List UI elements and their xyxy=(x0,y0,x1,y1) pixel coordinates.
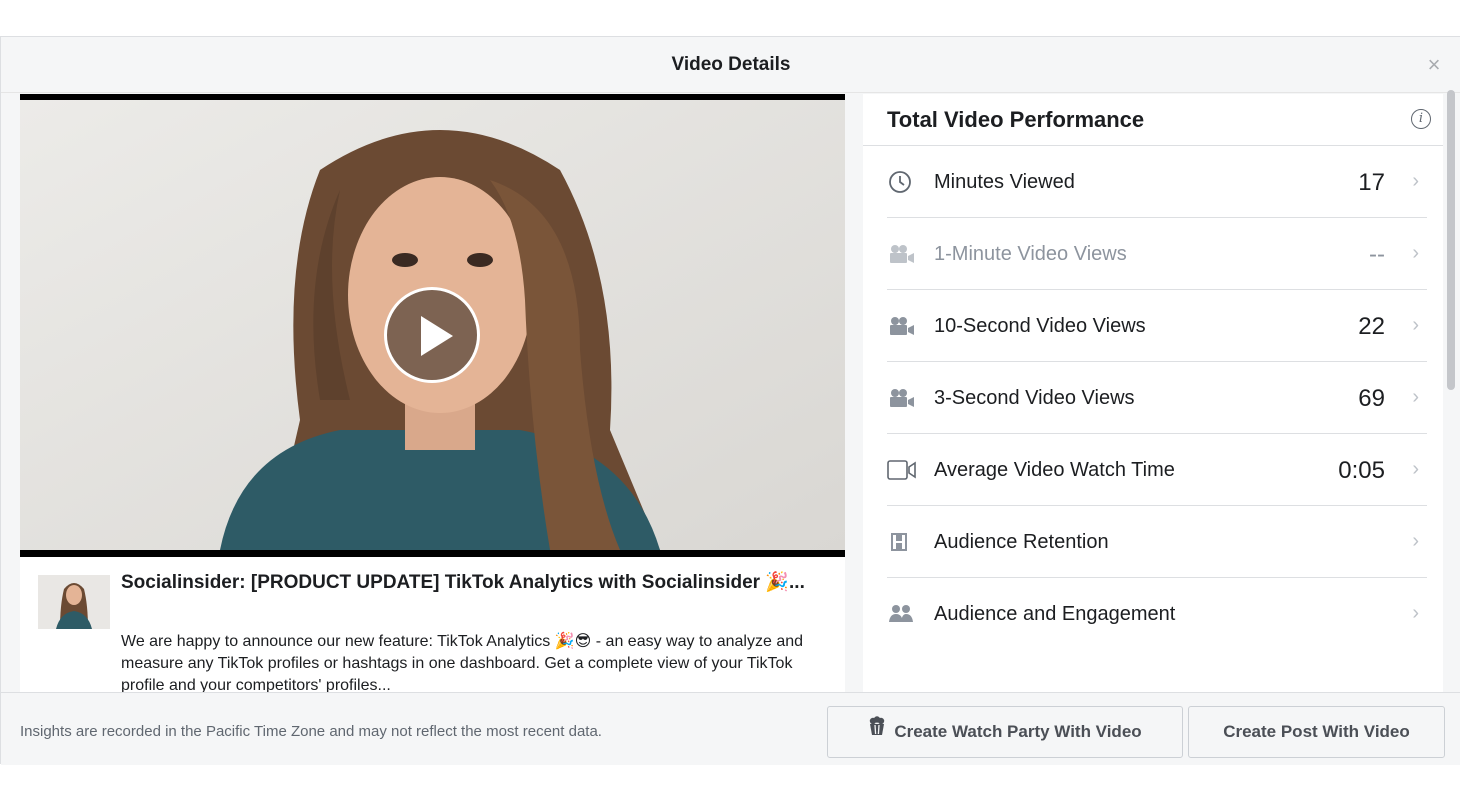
metric-minutes-viewed[interactable]: Minutes Viewed 17 › xyxy=(887,146,1427,218)
film-strip-icon xyxy=(887,530,915,554)
modal-title: Video Details xyxy=(671,54,791,75)
video-player[interactable] xyxy=(20,94,845,557)
modal-content: Socialinsider: [PRODUCT UPDATE] TikTok A… xyxy=(1,94,1460,692)
scrollbar[interactable] xyxy=(1447,90,1455,390)
play-button[interactable] xyxy=(384,287,480,383)
chevron-right-icon: › xyxy=(1412,530,1419,552)
metric-label: Audience and Engagement xyxy=(934,603,1176,625)
metric-label: Minutes Viewed xyxy=(934,171,1075,193)
create-watch-party-button[interactable]: Create Watch Party With Video xyxy=(827,706,1183,758)
metric-10-second-views[interactable]: 10-Second Video Views 22 › xyxy=(887,290,1427,362)
close-button[interactable]: × xyxy=(1423,51,1445,79)
metric-audience-retention[interactable]: Audience Retention › xyxy=(887,506,1427,578)
modal-header: Video Details × xyxy=(1,37,1460,93)
video-panel: Socialinsider: [PRODUCT UPDATE] TikTok A… xyxy=(20,94,845,692)
popcorn-icon xyxy=(868,706,886,756)
metric-1-minute-views[interactable]: 1-Minute Video Views -- › xyxy=(887,218,1427,290)
info-icon[interactable]: i xyxy=(1411,109,1431,129)
chevron-right-icon: › xyxy=(1412,458,1419,480)
metric-audience-engagement[interactable]: Audience and Engagement › xyxy=(887,578,1427,650)
metric-average-watch-time[interactable]: Average Video Watch Time 0:05 › xyxy=(887,434,1427,506)
metric-label: Average Video Watch Time xyxy=(934,459,1175,481)
metric-label: Audience Retention xyxy=(934,531,1109,553)
metrics-list: Minutes Viewed 17 › 1-Minute Video Views… xyxy=(887,146,1427,650)
video-outline-icon xyxy=(887,458,916,482)
create-post-button[interactable]: Create Post With Video xyxy=(1188,706,1445,758)
performance-header: Total Video Performance i xyxy=(863,94,1443,146)
chevron-right-icon: › xyxy=(1412,386,1419,408)
timezone-note: Insights are recorded in the Pacific Tim… xyxy=(20,723,602,740)
post-description: We are happy to announce our new feature… xyxy=(121,633,804,692)
metric-value: 17 xyxy=(1358,169,1385,196)
metric-label: 3-Second Video Views xyxy=(934,387,1135,409)
chevron-right-icon: › xyxy=(1412,314,1419,336)
people-icon xyxy=(887,602,915,626)
watch-party-label: Create Watch Party With Video xyxy=(894,722,1142,741)
metric-value: -- xyxy=(1369,241,1385,268)
metric-value: 69 xyxy=(1358,385,1385,412)
video-camera-icon xyxy=(887,242,915,266)
video-camera-icon xyxy=(887,314,915,338)
video-thumbnail xyxy=(20,100,845,550)
modal-footer: Insights are recorded in the Pacific Tim… xyxy=(1,692,1460,765)
performance-panel: Total Video Performance i Minutes Viewed… xyxy=(863,94,1443,692)
video-camera-icon xyxy=(887,386,915,410)
video-details-modal: Video Details × Socialinsider: [PRODUCT … xyxy=(0,36,1460,765)
metric-value: 0:05 xyxy=(1338,457,1385,484)
post-title[interactable]: Socialinsider: [PRODUCT UPDATE] TikTok A… xyxy=(121,571,841,595)
metric-label: 10-Second Video Views xyxy=(934,315,1146,337)
metric-3-second-views[interactable]: 3-Second Video Views 69 › xyxy=(887,362,1427,434)
clock-icon xyxy=(887,170,915,194)
chevron-right-icon: › xyxy=(1412,170,1419,192)
performance-title: Total Video Performance xyxy=(887,107,1145,132)
post-thumbnail xyxy=(38,575,110,629)
chevron-right-icon: › xyxy=(1412,242,1419,264)
metric-label: 1-Minute Video Views xyxy=(934,243,1127,265)
chevron-right-icon: › xyxy=(1412,602,1419,624)
metric-value: 22 xyxy=(1358,313,1385,340)
post-preview: Socialinsider: [PRODUCT UPDATE] TikTok A… xyxy=(20,557,845,692)
